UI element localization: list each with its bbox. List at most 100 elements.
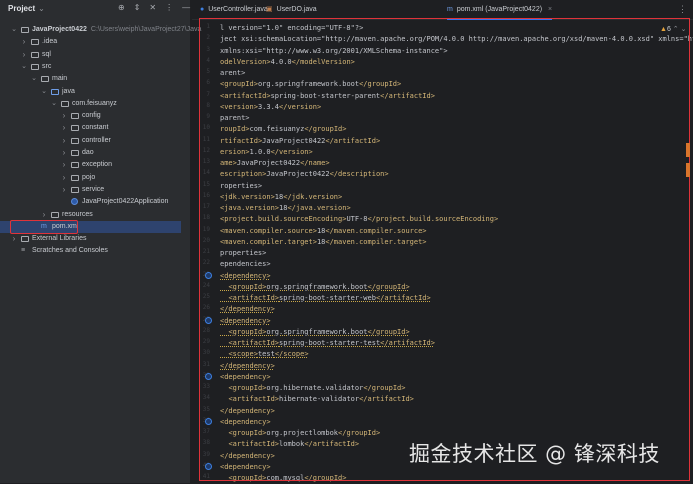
code-line: <maven.compiler.target>18</maven.compile… bbox=[220, 237, 427, 246]
line-number: 10 bbox=[202, 124, 210, 132]
code-line: <artifactId>spring-boot-starter-parent</… bbox=[220, 91, 435, 100]
code-editor[interactable]: 1 l version="1.0" encoding="UTF-8"?> 2 ject… bbox=[192, 20, 693, 483]
tree-item--idea[interactable]: › .idea bbox=[0, 36, 181, 48]
tree-item-resources[interactable]: › resources bbox=[0, 209, 181, 221]
scrollbar-marker[interactable] bbox=[686, 143, 690, 157]
folder-icon bbox=[31, 63, 39, 70]
highlight-box-pom bbox=[10, 220, 78, 234]
spring-bean-gutter-icon[interactable] bbox=[205, 271, 212, 279]
line-number: 25 bbox=[202, 293, 210, 300]
tree-item-javaproject0422application[interactable]: JavaProject0422Application bbox=[0, 196, 181, 208]
tree-item-java[interactable]: ⌄ java bbox=[0, 86, 181, 98]
chevron-right-icon[interactable]: › bbox=[20, 36, 28, 48]
file-type-icon: ▣ bbox=[266, 6, 273, 13]
project-panel: Project ⌄ ⊕ ⇕ ✕ ⋮ — ⌄ JavaProject0422 C:\Users\… bbox=[0, 0, 201, 483]
line-number: 11 bbox=[202, 135, 210, 143]
close-tab-icon[interactable]: × bbox=[548, 6, 552, 13]
lib-icon bbox=[21, 236, 29, 243]
tree-item-label: controller bbox=[82, 136, 111, 144]
line-number: 15 bbox=[202, 180, 210, 188]
tree-item-exception[interactable]: › exception bbox=[0, 159, 181, 171]
more-icon[interactable]: ⋮ bbox=[165, 3, 173, 12]
line-number: 7 bbox=[206, 90, 210, 98]
code-line: properties> bbox=[220, 249, 267, 257]
spring-bean-gutter-icon[interactable] bbox=[205, 462, 212, 470]
tree-item-constant[interactable]: › constant bbox=[0, 122, 181, 134]
chevron-right-icon[interactable]: › bbox=[40, 209, 48, 221]
code-line: xmlns:xsi="http://www.w3.org/2001/XMLSch… bbox=[220, 46, 448, 55]
pkg-icon bbox=[71, 186, 79, 193]
code-line: <groupId>org.springframework.boot</group… bbox=[228, 282, 410, 291]
pkg-icon bbox=[71, 113, 79, 120]
locate-icon[interactable]: ⊕ bbox=[118, 3, 125, 12]
chevron-right-icon[interactable]: › bbox=[60, 184, 68, 196]
code-line: <groupId>org.springframework.boot</group… bbox=[228, 327, 410, 336]
tree-item-label: java bbox=[62, 87, 75, 95]
tree-item-scratches-and-consoles[interactable]: ≡ Scratches and Consoles bbox=[0, 245, 181, 257]
minimize-icon[interactable]: — bbox=[182, 3, 190, 12]
tree-item-label: constant bbox=[82, 124, 109, 132]
code-line: parent> bbox=[220, 114, 250, 122]
chevron-right-icon[interactable]: › bbox=[10, 233, 18, 245]
chevron-right-icon[interactable]: › bbox=[60, 172, 68, 184]
code-line: ame>JavaProject0422</name> bbox=[220, 159, 330, 167]
more-icon[interactable]: ⋮ bbox=[678, 4, 687, 15]
chevron-down-icon[interactable]: ⌄ bbox=[20, 61, 28, 73]
tree-item-service[interactable]: › service bbox=[0, 184, 181, 196]
tree-item-label: src bbox=[42, 62, 52, 70]
line-number: 19 bbox=[202, 225, 210, 233]
tree-item-label: sql bbox=[42, 50, 51, 58]
tab-usercontroller[interactable]: ● UserController.java bbox=[200, 0, 268, 20]
chevron-down-icon[interactable]: ⌄ bbox=[30, 73, 38, 85]
pkg-icon bbox=[71, 137, 79, 144]
chevron-right-icon[interactable]: › bbox=[60, 122, 68, 134]
code-line: odelVersion>4.0.0</modelVersion> bbox=[220, 57, 355, 66]
tab-label: UserController.java bbox=[208, 6, 268, 13]
spring-bean-gutter-icon[interactable] bbox=[205, 316, 212, 324]
line-number: 22 bbox=[202, 259, 210, 267]
line-number: 31 bbox=[202, 360, 210, 368]
chevron-right-icon[interactable]: › bbox=[60, 110, 68, 122]
chevron-down-icon[interactable]: ⌄ bbox=[40, 86, 48, 98]
chevron-down-icon[interactable]: ⌄ bbox=[50, 98, 58, 110]
warnings-indicator[interactable]: ▲6 ⌃ ⌄ bbox=[660, 25, 686, 33]
line-number: 37 bbox=[202, 428, 210, 435]
tab-label: pom.xml (JavaProject0422) bbox=[456, 6, 543, 13]
line-number: 14 bbox=[202, 169, 210, 177]
chevron-down-icon[interactable]: ⌄ bbox=[10, 24, 18, 36]
chevron-right-icon[interactable]: › bbox=[60, 159, 68, 171]
expand-collapse-icon[interactable]: ⇕ bbox=[134, 3, 141, 12]
tree-item-external-libraries[interactable]: › External Libraries bbox=[0, 233, 181, 245]
tree-item-controller[interactable]: › controller bbox=[0, 135, 181, 147]
spring-bean-gutter-icon[interactable] bbox=[205, 417, 212, 425]
scrollbar-marker[interactable] bbox=[686, 163, 690, 177]
module-icon bbox=[21, 27, 29, 33]
project-toolbar: ⊕ ⇕ ✕ ⋮ — bbox=[118, 3, 190, 12]
tree-item-pojo[interactable]: › pojo bbox=[0, 172, 181, 184]
close-icon[interactable]: ✕ bbox=[149, 3, 156, 12]
tree-item-label: External Libraries bbox=[32, 235, 87, 243]
tree-item-sql[interactable]: › sql bbox=[0, 49, 181, 61]
project-path: C:\Users\weiph\JavaProject27\Java bbox=[90, 26, 202, 33]
tab-pom[interactable]: m pom.xml (JavaProject0422) × bbox=[447, 0, 553, 20]
tree-item-label: resources bbox=[62, 210, 93, 218]
tab-userdo[interactable]: ▣ UserDO.java bbox=[266, 0, 317, 20]
chevron-right-icon[interactable]: › bbox=[20, 49, 28, 61]
pkg-icon bbox=[71, 125, 79, 132]
tree-item-com-feisuanyz[interactable]: ⌄ com.feisuanyz bbox=[0, 98, 181, 110]
tree-item-main[interactable]: ⌄ main bbox=[0, 73, 181, 85]
project-panel-title[interactable]: Project ⌄ bbox=[8, 4, 45, 13]
tree-item-javaproject0422[interactable]: ⌄ JavaProject0422 C:\Users\weiph\JavaProje… bbox=[0, 24, 201, 36]
code-line: <groupId>org.projectlombok</groupId> bbox=[228, 429, 381, 437]
chevron-right-icon[interactable]: › bbox=[60, 135, 68, 147]
line-number: 39 bbox=[202, 450, 210, 458]
spring-bean-gutter-icon[interactable] bbox=[205, 372, 212, 380]
tree-item-config[interactable]: › config bbox=[0, 110, 181, 122]
pkg-icon bbox=[71, 162, 79, 169]
chevron-right-icon[interactable]: › bbox=[60, 147, 68, 159]
tree-item-label: exception bbox=[82, 161, 112, 169]
src-icon bbox=[51, 88, 59, 95]
tree-item-dao[interactable]: › dao bbox=[0, 147, 181, 159]
code-line: <dependency> bbox=[220, 372, 271, 381]
tree-item-src[interactable]: ⌄ src bbox=[0, 61, 181, 73]
